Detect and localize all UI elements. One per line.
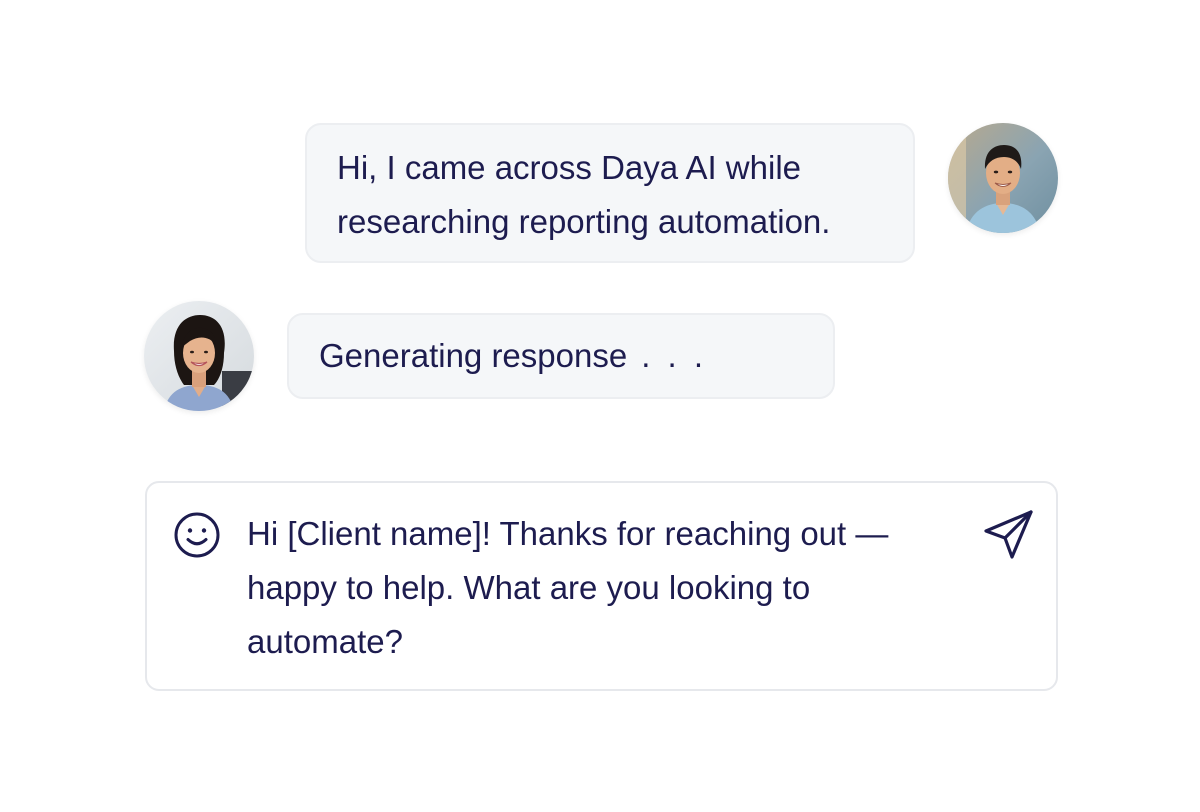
send-icon[interactable] bbox=[981, 507, 1037, 563]
man-avatar-icon bbox=[948, 123, 1058, 233]
agent-status-text: Generating response bbox=[319, 337, 628, 374]
client-message-bubble: Hi, I came across Daya AI while research… bbox=[305, 123, 915, 263]
chat-page: Hi, I came across Daya AI while research… bbox=[0, 0, 1200, 812]
woman-avatar-icon bbox=[144, 301, 254, 411]
client-avatar bbox=[948, 123, 1058, 233]
typing-indicator: . . . bbox=[641, 337, 708, 374]
client-message-text: Hi, I came across Daya AI while research… bbox=[337, 149, 831, 240]
message-draft-text[interactable]: Hi [Client name]! Thanks for reaching ou… bbox=[247, 507, 967, 669]
agent-avatar bbox=[144, 301, 254, 411]
agent-status-bubble: Generating response . . . bbox=[287, 313, 835, 399]
message-composer[interactable]: Hi [Client name]! Thanks for reaching ou… bbox=[145, 481, 1058, 691]
smiley-icon[interactable] bbox=[173, 511, 221, 559]
